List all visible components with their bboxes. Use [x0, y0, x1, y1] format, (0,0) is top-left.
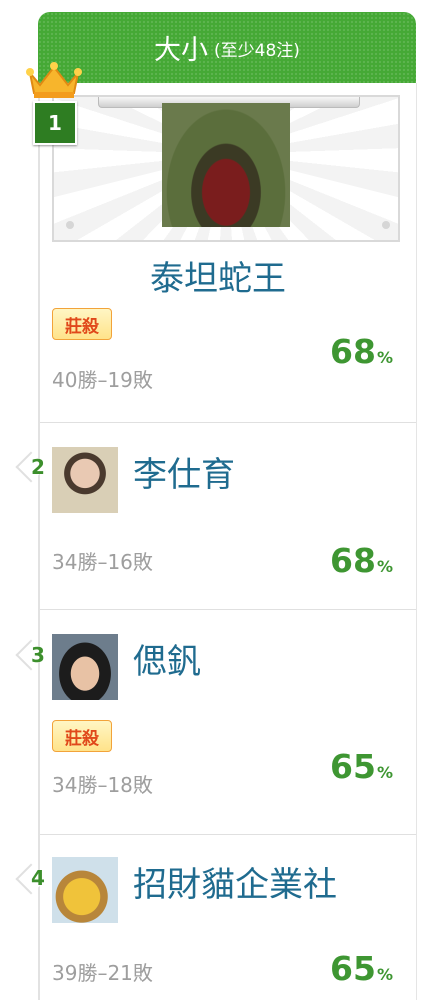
avatar[interactable] [162, 103, 290, 227]
rank-badge: 1 [33, 101, 77, 145]
win-percentage: 68% [330, 541, 393, 580]
pct-unit: % [376, 348, 393, 367]
pct-value: 68 [330, 541, 376, 580]
avatar[interactable] [52, 634, 118, 700]
avatar[interactable] [52, 447, 118, 513]
rank-number: 2 [31, 455, 45, 479]
row-divider [38, 609, 416, 610]
leader-name[interactable]: 泰坦蛇王 [150, 251, 286, 300]
rank-number: 4 [31, 866, 45, 890]
crown-icon [26, 62, 82, 98]
board-header: 大小 (至少48注) [38, 12, 416, 83]
pct-unit: % [376, 965, 393, 984]
row-divider [38, 834, 416, 835]
leader-name[interactable]: 偲釩 [133, 634, 201, 683]
win-loss-record: 40勝–19敗 [52, 368, 153, 392]
rank-number: 3 [31, 643, 45, 667]
leader-name[interactable]: 李仕育 [133, 447, 235, 496]
tag-badge: 莊殺 [52, 308, 112, 340]
board-subtitle: (至少48注) [214, 41, 300, 61]
frame-dot [382, 221, 390, 229]
frame-dot [66, 221, 74, 229]
timeline-rail [38, 83, 40, 1000]
pct-unit: % [376, 763, 393, 782]
win-loss-record: 34勝–16敗 [52, 550, 153, 574]
win-loss-record: 34勝–18敗 [52, 773, 153, 797]
board-title: 大小 [154, 35, 209, 66]
row-divider [38, 422, 416, 423]
avatar[interactable] [52, 857, 118, 923]
pct-value: 68 [330, 332, 376, 371]
win-percentage: 65% [330, 949, 393, 988]
win-loss-record: 39勝–21敗 [52, 961, 153, 985]
tag-badge: 莊殺 [52, 720, 112, 752]
win-percentage: 65% [330, 747, 393, 786]
pct-unit: % [376, 557, 393, 576]
leader-name[interactable]: 招財貓企業社 [133, 857, 337, 906]
pct-value: 65 [330, 949, 376, 988]
pct-value: 65 [330, 747, 376, 786]
win-percentage: 68% [330, 332, 393, 371]
